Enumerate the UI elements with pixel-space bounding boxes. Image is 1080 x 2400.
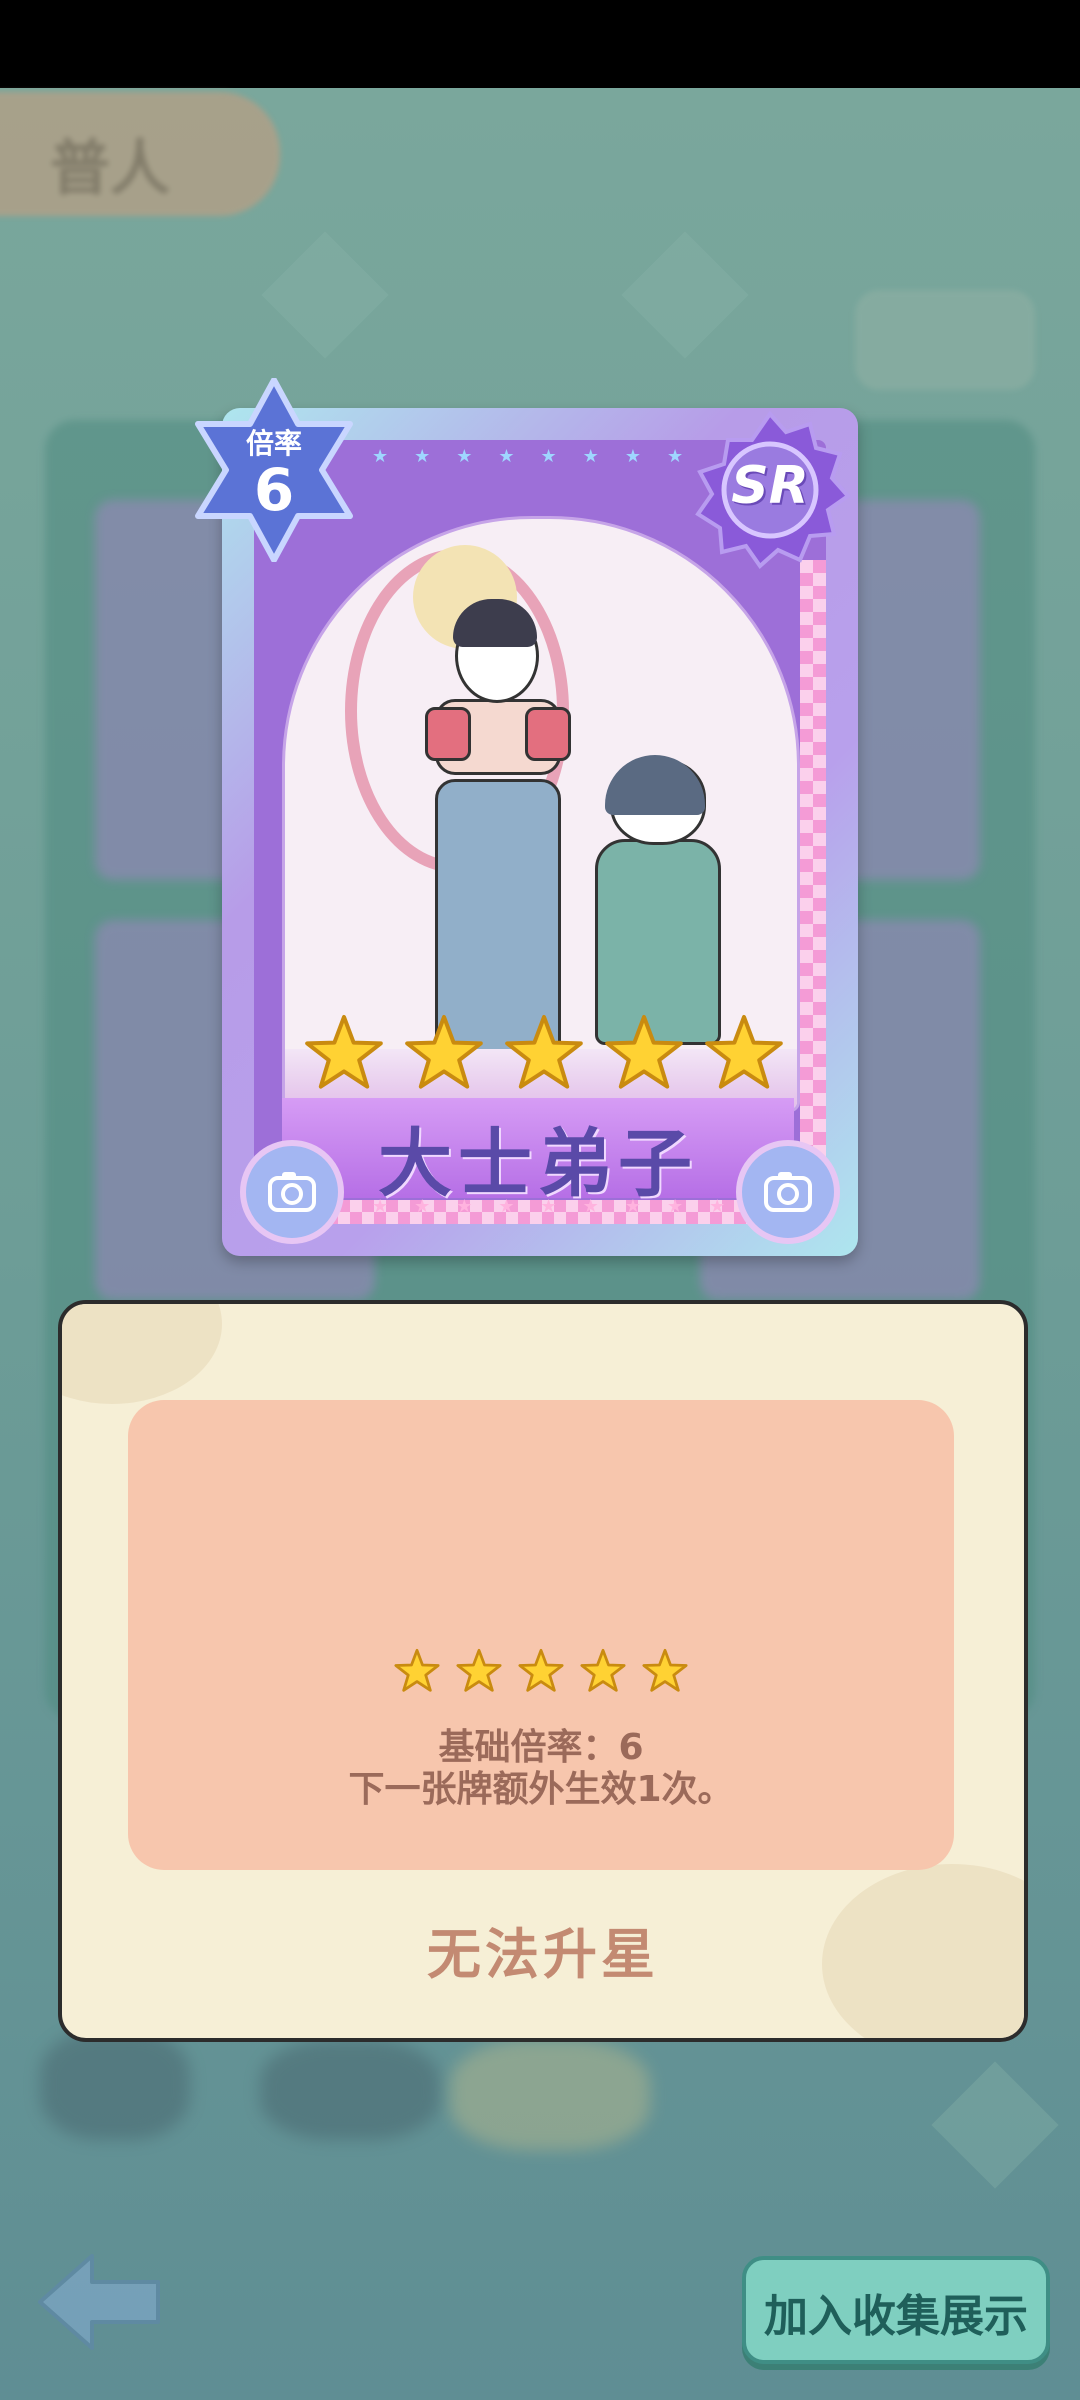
rate-value: 6 [253,456,295,524]
effect-text: 下一张牌额外生效1次。 [348,1769,734,1810]
card-name-bar: 大士弟子 [282,1098,794,1207]
star-icon [504,1013,584,1093]
star-icon [580,1648,626,1692]
rarity-text: SR [731,456,809,516]
star-icon [404,1013,484,1093]
bg-figure [40,2030,190,2140]
card-name: 大士弟子 [378,1121,698,1207]
star-icon [518,1648,564,1692]
camera-icon[interactable] [240,1140,344,1244]
star-icon [604,1013,684,1093]
star-icon [394,1648,440,1692]
back-button[interactable] [30,2246,170,2358]
category-tab-label: 普人 [50,134,170,204]
currency-widget [855,290,1035,390]
category-tab: 普人 [0,92,280,216]
card-info-panel: 基础倍率：6 下一张牌额外生效1次。 无法升星 [58,1300,1028,2042]
status-bar [0,0,1080,88]
add-to-collection-button[interactable]: 加入收集展示 [742,2256,1050,2364]
rate-badge: 倍率 6 [190,377,358,563]
star-icon [304,1013,384,1093]
cloud-decor [62,1304,222,1404]
effect-box: 基础倍率：6 下一张牌额外生效1次。 [128,1400,954,1870]
upgrade-status-button[interactable]: 无法升星 [62,1910,1024,1989]
back-arrow-icon [38,2254,160,2350]
bodhisattva-figure [425,569,571,1059]
card-star-rating [304,1013,784,1103]
star-icon [704,1013,784,1093]
add-to-collection-label: 加入收集展示 [764,2291,1028,2342]
star-icon [642,1648,688,1692]
camera-icon[interactable] [736,1140,840,1244]
effect-star-rating [128,1648,954,1694]
bg-figure [450,2040,650,2150]
star-icon [456,1648,502,1692]
bg-figure [260,2040,440,2140]
rarity-badge: SR [690,410,851,570]
disciple-figure [585,755,735,1049]
